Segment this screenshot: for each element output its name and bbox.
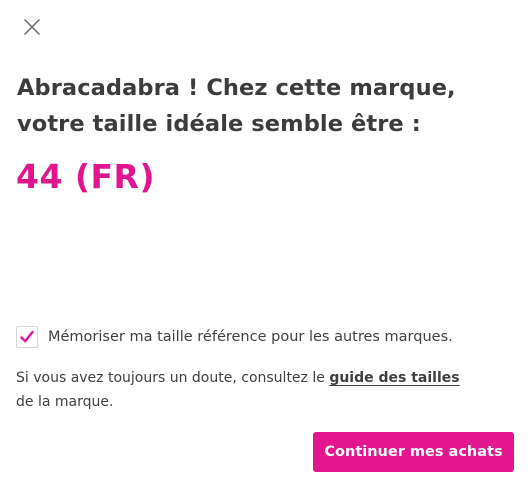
recommended-size: 44 (FR) [16,157,156,196]
close-button[interactable] [20,15,44,39]
remember-size-option[interactable]: Mémoriser ma taille référence pour les a… [16,326,453,348]
size-guide-help: Si vous avez toujours un doute, consulte… [16,366,486,414]
help-text-before: Si vous avez toujours un doute, consulte… [16,370,330,386]
continue-shopping-button[interactable]: Continuer mes achats [313,432,514,472]
headline-line-1: Abracadabra ! Chez cette marque, [17,75,456,101]
result-headline: Abracadabra ! Chez cette marque, votre ta… [17,70,487,142]
size-guide-link[interactable]: guide des tailles [329,370,459,386]
headline-line-2: votre taille idéale semble être : [17,111,421,137]
remember-size-checkbox[interactable] [16,326,38,348]
help-text-after: de la marque. [16,394,114,410]
close-icon [20,15,44,39]
remember-size-label: Mémoriser ma taille référence pour les a… [48,329,453,345]
checkmark-icon [20,330,34,343]
